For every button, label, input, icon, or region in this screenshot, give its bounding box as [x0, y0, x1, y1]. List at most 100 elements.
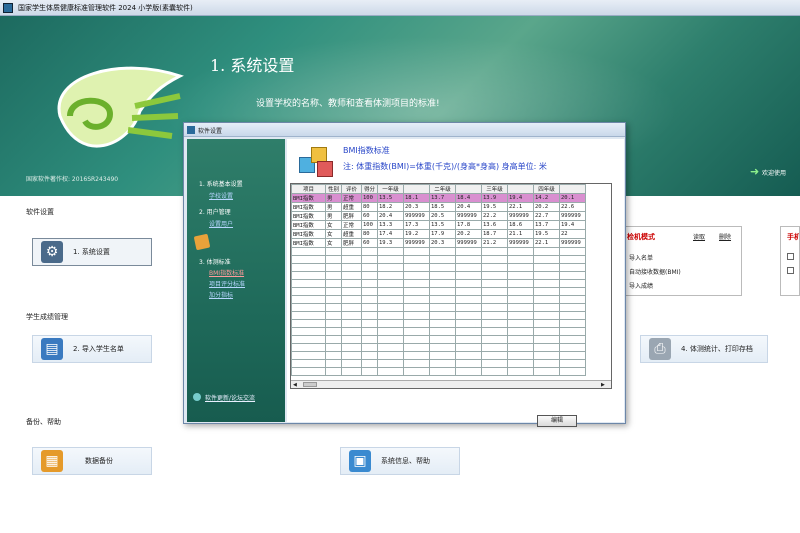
system-settings-tile[interactable]: ⚙ 1. 系统设置 [32, 238, 152, 266]
window-titlebar: 国家学生体质健康标准管理软件 2024 小学版(素囊软件) [0, 0, 800, 16]
table-row[interactable]: BMI指数男肥胖 60 20.4 999999 20.5 999999 22.2 999999… [291, 211, 586, 221]
edit-button[interactable]: 编辑 [537, 415, 577, 427]
table-cell [533, 343, 560, 352]
horizontal-scrollbar[interactable]: ◀ ▶ [291, 380, 611, 388]
stats-print-label: 4. 体测统计、打印存档 [681, 345, 753, 353]
mobile-title: 手机 [787, 233, 800, 241]
table-cell [559, 287, 586, 296]
data-backup-tile[interactable]: ▦ 数据备份 [32, 447, 152, 475]
table-cell: BMI指数 [291, 193, 326, 203]
nav-item-scoring[interactable]: 项目评分标准 [209, 279, 245, 288]
table-cell [403, 287, 430, 296]
table-cell: 肥胖 [341, 238, 362, 248]
table-cell [533, 287, 560, 296]
table-cell [325, 255, 342, 264]
import-names-link[interactable]: 导入名单 [629, 253, 653, 262]
table-cell [361, 263, 378, 272]
table-cell [291, 351, 326, 360]
table-cell [429, 335, 456, 344]
nav-bmi-standard[interactable]: BMI指数标准 [209, 268, 244, 277]
table-cell [507, 335, 534, 344]
scroll-thumb[interactable] [303, 382, 317, 387]
read-link[interactable]: 读取 [693, 232, 705, 241]
dialog-titlebar: 软件设置 [184, 123, 625, 137]
table-cell [403, 247, 430, 256]
table-cell [455, 367, 482, 376]
table-cell [533, 255, 560, 264]
delete-link[interactable]: 删除 [719, 232, 731, 241]
import-scores-link[interactable]: 导入成绩 [629, 281, 653, 290]
table-cell [403, 327, 430, 336]
system-info-label: 系统信息、帮助 [381, 457, 430, 465]
scroll-left-icon[interactable]: ◀ [293, 382, 297, 388]
table-cell [377, 335, 404, 344]
checkbox-2[interactable] [787, 267, 794, 274]
bmi-table[interactable]: 项目 性别 评价 得分 一年级 二年级 三年级 四年级 BMI指数男正常 100 13.5 18.1… [290, 183, 612, 389]
settings-dialog: 软件设置 1. 系统基本设置 学校设置 2. 用户管理 设置用户 3. 体测标准… [183, 122, 626, 427]
table-cell [429, 255, 456, 264]
nav-school-settings[interactable]: 学校设置 [209, 191, 233, 200]
table-cell [507, 327, 534, 336]
table-cell [361, 271, 378, 280]
table-cell [377, 247, 404, 256]
import-students-label: 2. 导入学生名单 [73, 345, 124, 353]
table-row[interactable]: BMI指数男超重 80 18.2 20.3 18.5 20.4 19.5 22.1 20.2 22… [291, 202, 586, 212]
table-row[interactable]: BMI指数女肥胖 60 19.3 999999 20.3 999999 21.2 999999… [291, 238, 586, 248]
table-cell [429, 311, 456, 320]
table-cell [429, 279, 456, 288]
table-cell [325, 303, 342, 312]
table-row[interactable]: BMI指数女超重 80 17.4 19.2 17.9 20.2 18.7 21.1 19.5 22 [291, 229, 586, 239]
dialog-title: 软件设置 [198, 128, 223, 135]
table-cell [429, 367, 456, 376]
stats-print-tile[interactable]: ⎙ 4. 体测统计、打印存档 [640, 335, 768, 363]
table-cell [559, 319, 586, 328]
table-cell [481, 335, 508, 344]
bmi-grid[interactable]: 项目 性别 评价 得分 一年级 二年级 三年级 四年级 BMI指数男正常 100 13.5 18.1… [291, 184, 586, 376]
table-cell: 80 [361, 202, 378, 212]
table-cell [341, 311, 362, 320]
table-cell [455, 271, 482, 280]
table-cell [325, 335, 342, 344]
table-cell [361, 295, 378, 304]
column-header [455, 184, 482, 194]
table-cell [429, 247, 456, 256]
table-cell [291, 247, 326, 256]
column-header [403, 184, 430, 194]
table-cell: 18.2 [377, 202, 404, 212]
scroll-right-icon[interactable]: ▶ [601, 382, 605, 388]
table-cell: 18.1 [403, 193, 430, 203]
table-header-row: 项目 性别 评价 得分 一年级 二年级 三年级 四年级 [291, 184, 586, 194]
table-cell: 13.5 [377, 193, 404, 203]
auto-receive-link[interactable]: 自动接收数据(BMI) [629, 267, 681, 276]
table-cell [377, 279, 404, 288]
table-cell [533, 319, 560, 328]
system-info-tile[interactable]: ▣ 系统信息、帮助 [340, 447, 460, 475]
table-cell [507, 263, 534, 272]
section-score-management: 学生成绩管理 [26, 313, 68, 321]
table-cell [455, 263, 482, 272]
column-header: 二年级 [429, 184, 456, 194]
nav-user-settings[interactable]: 设置用户 [209, 219, 233, 228]
table-cell [507, 303, 534, 312]
nav-update[interactable]: 软件更新/论坛交流 [205, 393, 255, 402]
tools-icon [193, 233, 211, 251]
table-cell: 20.1 [559, 193, 586, 203]
dialog-main: BMI指数标准 注: 体重指数(BMI)=体重(千克)/(身高*身高) 身高单位… [287, 139, 624, 427]
table-cell [533, 263, 560, 272]
table-cell: 超重 [341, 202, 362, 212]
column-header: 性别 [325, 184, 342, 194]
table-row[interactable]: BMI指数女正常 100 13.3 17.3 13.5 17.8 13.6 18.6 13.7 1… [291, 220, 586, 230]
table-cell: 20.4 [455, 202, 482, 212]
table-cell: 19.5 [533, 229, 560, 239]
column-header: 三年级 [481, 184, 508, 194]
import-students-tile[interactable]: ▤ 2. 导入学生名单 [32, 335, 152, 363]
nav-bonus-items[interactable]: 加分指标 [209, 290, 233, 299]
checkbox-1[interactable] [787, 253, 794, 260]
table-cell: 肥胖 [341, 211, 362, 221]
dialog-icon [187, 126, 195, 134]
table-cell [481, 343, 508, 352]
table-cell [341, 367, 362, 376]
table-cell [291, 319, 326, 328]
table-cell [455, 359, 482, 368]
table-row[interactable]: BMI指数男正常 100 13.5 18.1 13.7 18.4 13.9 19.4 14.2 2… [291, 193, 586, 203]
